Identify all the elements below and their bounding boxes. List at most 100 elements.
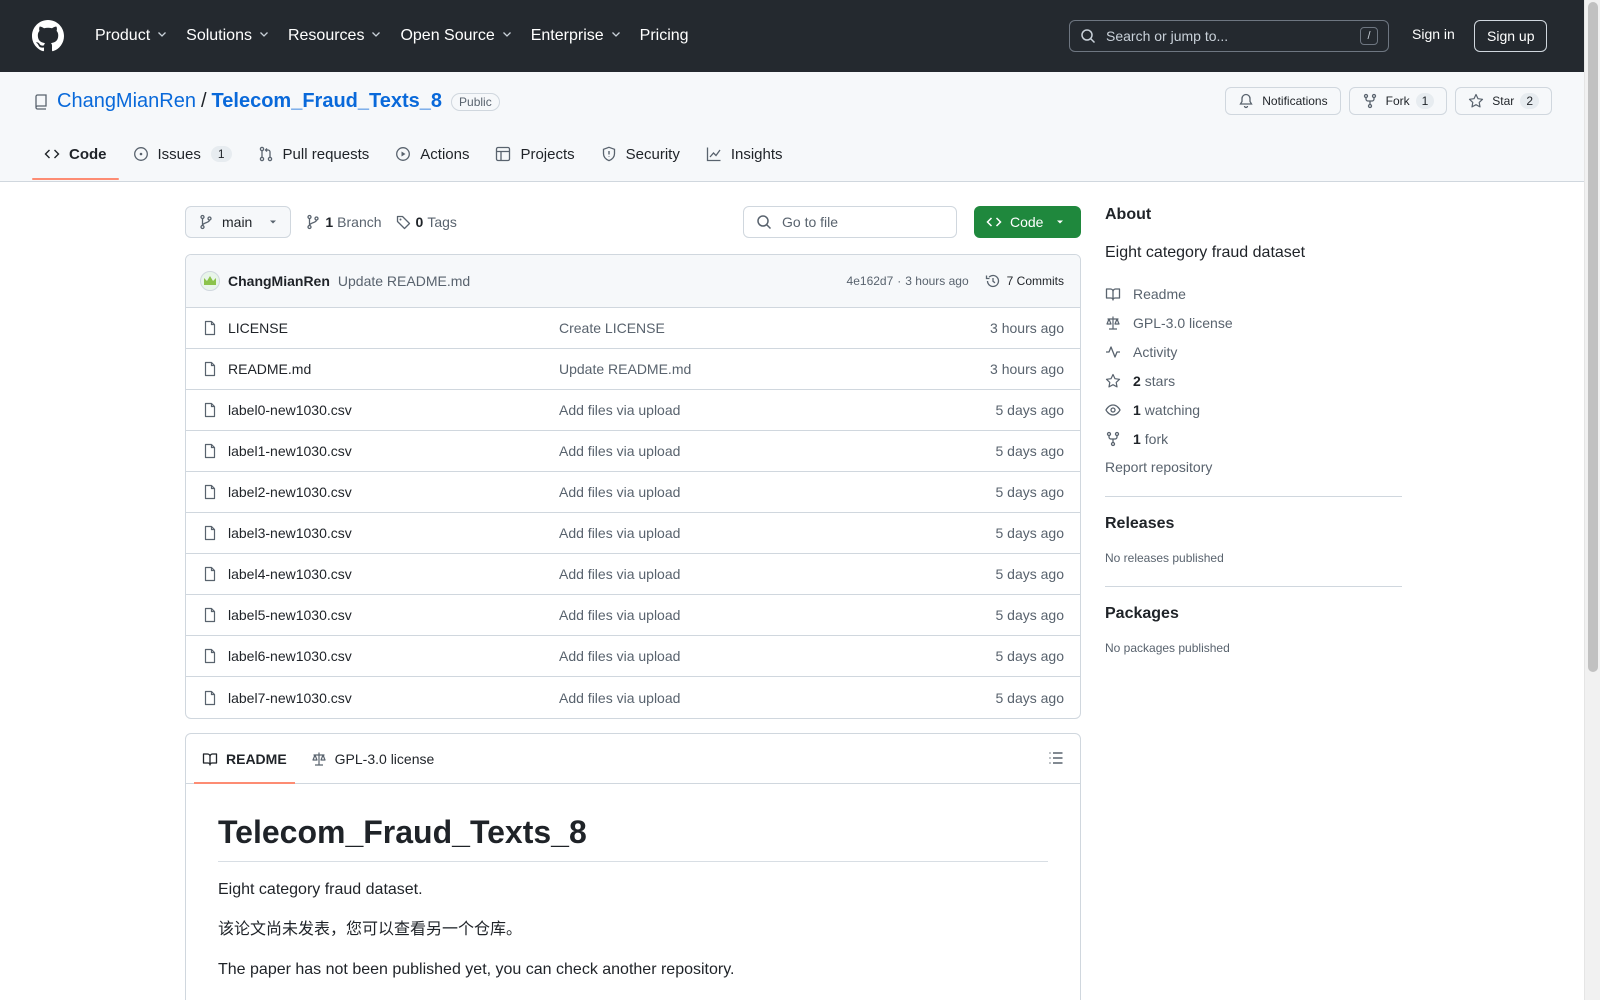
file-commit-message[interactable]: Add files via upload bbox=[559, 607, 996, 623]
nav-pricing[interactable]: Pricing bbox=[631, 20, 698, 52]
branches-link[interactable]: 1 Branch bbox=[305, 214, 382, 230]
readme-link-label: Readme bbox=[1133, 285, 1186, 302]
packages-heading[interactable]: Packages bbox=[1105, 605, 1402, 623]
tab-issues[interactable]: Issues 1 bbox=[121, 130, 244, 178]
bell-icon bbox=[1238, 93, 1254, 109]
file-icon bbox=[202, 690, 218, 706]
file-commit-message[interactable]: Add files via upload bbox=[559, 402, 996, 418]
avatar[interactable] bbox=[200, 271, 220, 291]
file-name-link[interactable]: LICENSE bbox=[228, 320, 559, 336]
file-commit-message[interactable]: Add files via upload bbox=[559, 566, 996, 582]
search-shortcut-key: / bbox=[1360, 27, 1378, 45]
page-scrollbar[interactable] bbox=[1584, 0, 1600, 1000]
file-commit-message[interactable]: Add files via upload bbox=[559, 648, 996, 664]
issues-count: 1 bbox=[210, 146, 232, 162]
tab-license[interactable]: GPL-3.0 license bbox=[303, 735, 443, 783]
file-name-link[interactable]: label1-new1030.csv bbox=[228, 443, 559, 459]
readme-link[interactable]: Readme bbox=[1105, 279, 1402, 308]
star-button[interactable]: Star 2 bbox=[1455, 87, 1552, 115]
star-label: Star bbox=[1492, 94, 1515, 108]
repo-owner-link[interactable]: ChangMianRen bbox=[57, 90, 196, 113]
file-row[interactable]: label6-new1030.csv Add files via upload … bbox=[186, 636, 1080, 677]
sign-up-button[interactable]: Sign up bbox=[1474, 20, 1548, 52]
fork-button[interactable]: Fork 1 bbox=[1348, 87, 1448, 115]
file-commit-time: 5 days ago bbox=[995, 566, 1065, 582]
file-commit-message[interactable]: Create LICENSE bbox=[559, 320, 990, 336]
nav-resources[interactable]: Resources bbox=[279, 20, 391, 52]
tab-readme[interactable]: README bbox=[194, 735, 295, 784]
file-name-link[interactable]: label0-new1030.csv bbox=[228, 402, 559, 418]
tab-code[interactable]: Code bbox=[32, 130, 119, 180]
tab-security[interactable]: Security bbox=[589, 130, 692, 178]
commit-author-link[interactable]: ChangMianRen bbox=[228, 273, 330, 289]
commit-hash-link[interactable]: 4e162d7 bbox=[847, 274, 894, 288]
report-repository-link[interactable]: Report repository bbox=[1105, 459, 1402, 475]
file-icon bbox=[202, 484, 218, 500]
graph-icon bbox=[706, 146, 722, 162]
code-dropdown-button[interactable]: Code bbox=[974, 206, 1081, 238]
notifications-button[interactable]: Notifications bbox=[1225, 87, 1341, 115]
file-icon bbox=[202, 320, 218, 336]
file-commit-message[interactable]: Add files via upload bbox=[559, 525, 996, 541]
play-icon bbox=[395, 146, 411, 162]
github-logo-icon[interactable] bbox=[32, 20, 64, 52]
repo-path-separator: / bbox=[200, 90, 207, 112]
search-icon bbox=[1080, 28, 1096, 44]
file-commit-message[interactable]: Add files via upload bbox=[559, 484, 996, 500]
file-name-link[interactable]: label4-new1030.csv bbox=[228, 566, 559, 582]
shield-icon bbox=[601, 146, 617, 162]
file-name-link[interactable]: label6-new1030.csv bbox=[228, 648, 559, 664]
forks-link[interactable]: 1 fork bbox=[1105, 424, 1402, 453]
file-row[interactable]: label2-new1030.csv Add files via upload … bbox=[186, 472, 1080, 513]
file-row[interactable]: label7-new1030.csv Add files via upload … bbox=[186, 677, 1080, 718]
file-row[interactable]: label3-new1030.csv Add files via upload … bbox=[186, 513, 1080, 554]
file-name-link[interactable]: label2-new1030.csv bbox=[228, 484, 559, 500]
readme-paragraph: The paper has not been published yet, yo… bbox=[218, 961, 735, 978]
branch-selector-button[interactable]: main bbox=[185, 206, 292, 238]
file-name-link[interactable]: label3-new1030.csv bbox=[228, 525, 559, 541]
license-link[interactable]: GPL-3.0 license bbox=[1105, 308, 1402, 337]
file-row[interactable]: LICENSE Create LICENSE 3 hours ago bbox=[186, 308, 1080, 349]
tab-pull-requests[interactable]: Pull requests bbox=[246, 130, 382, 178]
file-row[interactable]: label1-new1030.csv Add files via upload … bbox=[186, 431, 1080, 472]
outline-list-icon[interactable] bbox=[1048, 750, 1064, 766]
nav-enterprise[interactable]: Enterprise bbox=[522, 20, 631, 52]
file-name-link[interactable]: label7-new1030.csv bbox=[228, 690, 559, 706]
go-to-file-input[interactable]: Go to file bbox=[743, 206, 957, 238]
repo-name-link[interactable]: Telecom_Fraud_Texts_8 bbox=[212, 90, 442, 113]
releases-empty-text: No releases published bbox=[1105, 551, 1224, 565]
activity-link[interactable]: Activity bbox=[1105, 337, 1402, 366]
nav-open-source[interactable]: Open Source bbox=[391, 20, 521, 52]
file-row[interactable]: label5-new1030.csv Add files via upload … bbox=[186, 595, 1080, 636]
file-icon bbox=[202, 566, 218, 582]
repo-icon bbox=[33, 93, 49, 110]
tab-actions[interactable]: Actions bbox=[383, 130, 481, 178]
global-search-input[interactable]: Search or jump to... / bbox=[1069, 20, 1389, 52]
tags-link[interactable]: 0 Tags bbox=[396, 214, 457, 230]
file-name-link[interactable]: README.md bbox=[228, 361, 559, 377]
file-name-link[interactable]: label5-new1030.csv bbox=[228, 607, 559, 623]
nav-product[interactable]: Product bbox=[86, 20, 177, 52]
file-commit-time: 5 days ago bbox=[995, 484, 1065, 500]
repo-title: ChangMianRen / Telecom_Fraud_Texts_8 Pub… bbox=[33, 90, 500, 113]
file-commit-message[interactable]: Update README.md bbox=[559, 361, 990, 377]
code-icon bbox=[986, 214, 1002, 230]
tab-insights[interactable]: Insights bbox=[694, 130, 795, 178]
file-commit-message[interactable]: Add files via upload bbox=[559, 443, 996, 459]
stars-link[interactable]: 2 stars bbox=[1105, 366, 1402, 395]
sign-in-link[interactable]: Sign in bbox=[1412, 26, 1455, 42]
code-icon bbox=[44, 146, 60, 162]
file-row[interactable]: label0-new1030.csv Add files via upload … bbox=[186, 390, 1080, 431]
releases-heading[interactable]: Releases bbox=[1105, 515, 1402, 533]
history-icon bbox=[985, 273, 1001, 289]
git-branch-icon bbox=[305, 214, 321, 230]
commits-history-link[interactable]: 7 Commits bbox=[985, 273, 1064, 289]
file-commit-message[interactable]: Add files via upload bbox=[559, 690, 996, 706]
file-row[interactable]: README.md Update README.md 3 hours ago bbox=[186, 349, 1080, 390]
watchers-link[interactable]: 1 watching bbox=[1105, 395, 1402, 424]
nav-solutions[interactable]: Solutions bbox=[177, 20, 279, 52]
file-row[interactable]: label4-new1030.csv Add files via upload … bbox=[186, 554, 1080, 595]
scrollbar-thumb[interactable] bbox=[1588, 2, 1598, 672]
commit-message-link[interactable]: Update README.md bbox=[338, 273, 470, 289]
tab-projects[interactable]: Projects bbox=[483, 130, 586, 178]
